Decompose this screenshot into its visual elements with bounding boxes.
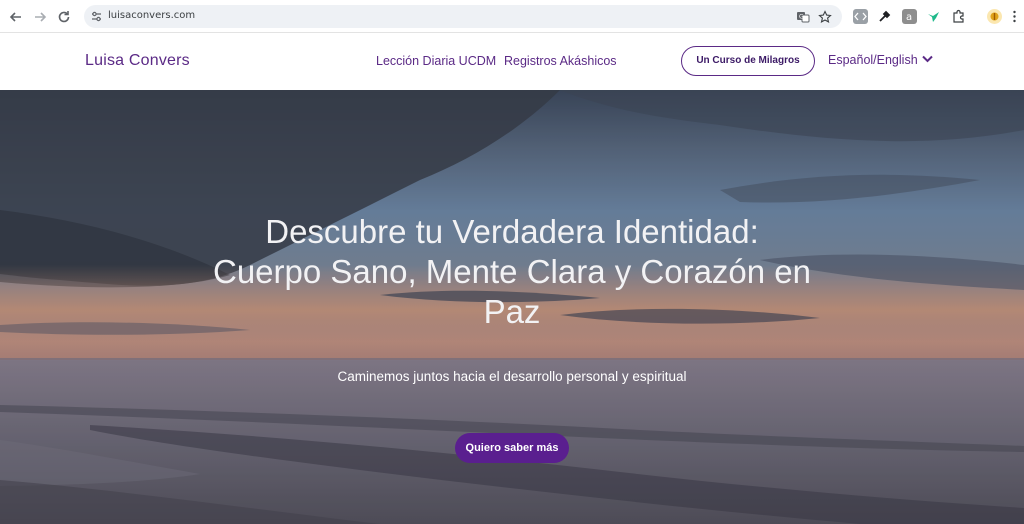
hero-title: Descubre tu Verdadera Identidad: Cuerpo …: [213, 213, 811, 330]
url-text[interactable]: luisaconvers.com: [108, 10, 195, 21]
chevron-down-icon[interactable]: [921, 52, 934, 65]
bird-extension-icon[interactable]: [926, 9, 941, 24]
hero-section: Descubre tu Verdadera Identidad: Cuerpo …: [0, 90, 1024, 524]
svg-text:a: a: [906, 12, 912, 23]
puzzle-icon[interactable]: [951, 9, 966, 24]
reload-icon[interactable]: [55, 8, 73, 26]
hero-subtitle: Caminemos juntos hacia el desarrollo per…: [337, 369, 687, 384]
profile-avatar-icon[interactable]: [987, 9, 1002, 24]
browser-toolbar: luisaconvers.com G a: [0, 0, 1024, 33]
translate-icon[interactable]: G: [796, 10, 810, 24]
curso-de-milagros-button[interactable]: Un Curso de Milagros: [681, 46, 815, 76]
menu-kebab-icon[interactable]: [1007, 9, 1022, 24]
forward-arrow-icon[interactable]: [31, 8, 49, 26]
nav-link-leccion-diaria[interactable]: Lección Diaria UCDM: [376, 54, 496, 68]
brand-logo-text[interactable]: Luisa Convers: [85, 52, 190, 70]
nav-link-registros-akashicos[interactable]: Registros Akáshicos: [504, 54, 617, 68]
star-icon[interactable]: [818, 10, 832, 24]
tune-icon[interactable]: [90, 10, 103, 23]
amazon-extension-icon[interactable]: a: [902, 9, 917, 24]
address-bar[interactable]: luisaconvers.com G: [84, 5, 842, 28]
site-header: Luisa Convers Lección Diaria UCDM Regist…: [0, 33, 1024, 90]
svg-text:G: G: [799, 14, 804, 21]
quiero-saber-mas-button[interactable]: Quiero saber más: [455, 433, 569, 463]
code-extension-icon[interactable]: [853, 9, 868, 24]
language-selector[interactable]: Español/English: [828, 53, 918, 67]
back-arrow-icon[interactable]: [7, 8, 25, 26]
eyedropper-icon[interactable]: [877, 9, 892, 24]
